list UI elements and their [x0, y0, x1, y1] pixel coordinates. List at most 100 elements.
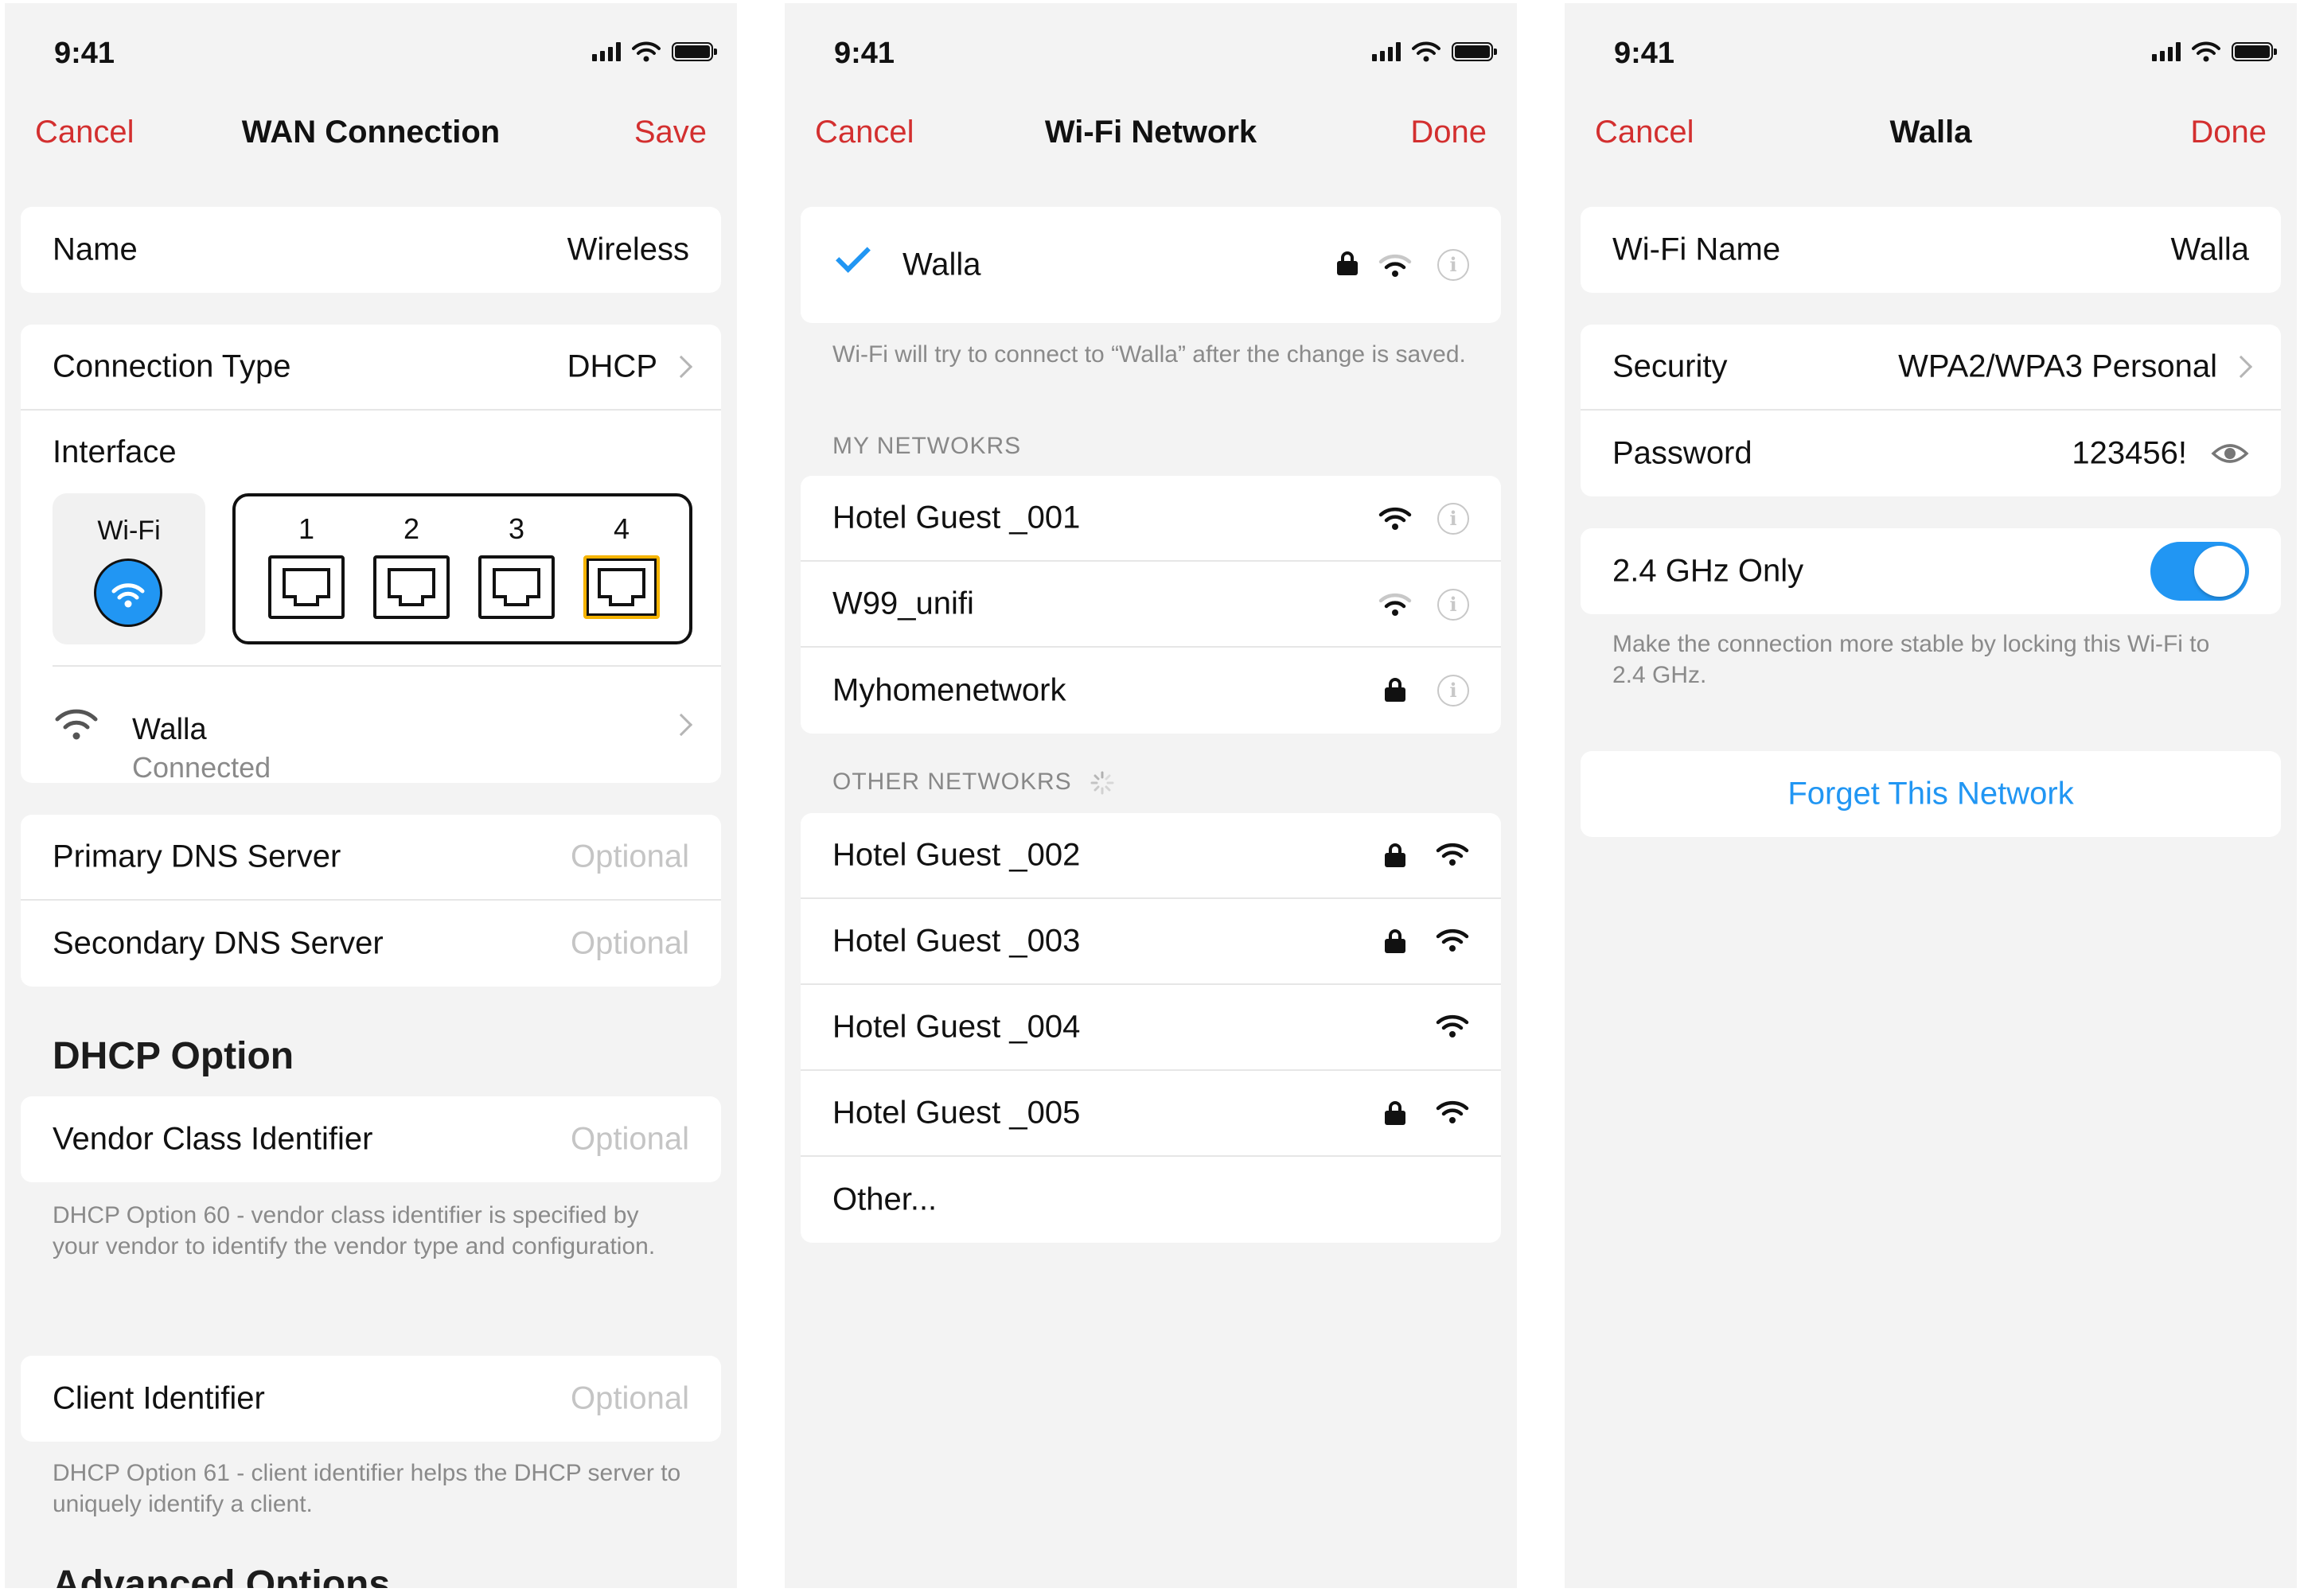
password-label: Password — [1612, 435, 1752, 471]
wifi-network-screen: 9:41 Cancel Wi-Fi Network Done Walla i W… — [785, 3, 1517, 1588]
connection-type-label: Connection Type — [53, 348, 291, 384]
interface-label: Interface — [53, 434, 177, 469]
interface-wifi-option[interactable]: Wi-Fi — [53, 493, 205, 644]
name-row[interactable]: Name Wireless — [21, 207, 721, 293]
ethernet-port-4-selected[interactable] — [583, 555, 660, 619]
password-input[interactable]: 123456! — [2072, 436, 2187, 472]
primary-dns-label: Primary DNS Server — [53, 839, 341, 874]
list-item[interactable]: Hotel Guest _001 i — [801, 476, 1501, 562]
network-name: W99_unifi — [832, 586, 974, 621]
list-item[interactable]: Hotel Guest _005 — [801, 1071, 1501, 1157]
list-item[interactable]: Hotel Guest _003 — [801, 899, 1501, 985]
wifi-name-input[interactable]: Walla — [2170, 232, 2249, 268]
forget-network-button[interactable]: Forget This Network — [1581, 777, 2281, 812]
password-row[interactable]: Password 123456! — [1581, 411, 2281, 496]
security-row[interactable]: Security WPA2/WPA3 Personal — [1581, 325, 2281, 411]
other-networks-header: OTHER NETWOKRS — [832, 769, 1114, 796]
page-title: WAN Connection — [241, 115, 501, 150]
info-icon[interactable]: i — [1437, 503, 1469, 535]
ethernet-port-1[interactable] — [268, 555, 345, 619]
nav-bar: Cancel Wi-Fi Network Done — [785, 91, 1517, 178]
chevron-right-icon — [669, 713, 693, 737]
secondary-dns-row[interactable]: Secondary DNS Server Optional — [21, 901, 721, 987]
wan-network-row[interactable]: Walla Connected — [21, 667, 721, 783]
network-name: Hotel Guest _003 — [832, 923, 1081, 959]
info-icon[interactable]: i — [1437, 249, 1469, 281]
ethernet-port-3[interactable] — [478, 555, 555, 619]
port-number: 4 — [613, 512, 630, 545]
chevron-right-icon — [669, 355, 693, 379]
vendor-class-row[interactable]: Vendor Class Identifier Optional — [21, 1096, 721, 1182]
connection-type-value: DHCP — [567, 348, 657, 384]
name-value: Wireless — [567, 232, 689, 267]
band-toggle[interactable] — [2150, 542, 2249, 601]
status-bar: 9:41 — [5, 3, 737, 91]
network-name: Hotel Guest _001 — [832, 500, 1081, 535]
list-item[interactable]: W99_unifi i — [801, 562, 1501, 648]
connection-type-row[interactable]: Connection Type DHCP — [21, 325, 721, 411]
status-bar: 9:41 — [1565, 3, 2297, 91]
save-button[interactable]: Save — [634, 115, 707, 150]
current-network-name: Walla — [902, 247, 981, 282]
wifi-status-icon — [2192, 41, 2220, 62]
band-card: 2.4 GHz Only — [1581, 528, 2281, 614]
port-number: 2 — [403, 512, 420, 545]
port-number: 1 — [298, 512, 315, 545]
dhcp-option-header: DHCP Option — [53, 1035, 294, 1077]
status-time: 9:41 — [1614, 37, 1675, 70]
done-button[interactable]: Done — [1410, 115, 1487, 150]
band-label: 2.4 GHz Only — [1612, 553, 1804, 589]
client-identifier-row[interactable]: Client Identifier Optional — [21, 1356, 721, 1442]
client-identifier-note: DHCP Option 61 - client identifier helps… — [53, 1460, 681, 1517]
my-networks-header: MY NETWOKRS — [832, 433, 1022, 459]
name-card: Name Wireless — [21, 207, 721, 293]
ethernet-port-2[interactable] — [373, 555, 450, 619]
wifi-name-card: Wi-Fi Name Walla — [1581, 207, 2281, 293]
wifi-signal-icon — [1436, 1100, 1469, 1123]
nav-bar: Cancel WAN Connection Save — [5, 91, 737, 178]
network-name: Myhomenetwork — [832, 672, 1066, 708]
list-item[interactable]: Myhomenetwork i — [801, 648, 1501, 734]
list-item[interactable]: Hotel Guest _002 — [801, 813, 1501, 899]
secondary-dns-input[interactable]: Optional — [571, 926, 689, 962]
my-networks-list: Hotel Guest _001 i W99_unifi i Myhomenet… — [801, 476, 1501, 734]
info-icon[interactable]: i — [1437, 589, 1469, 621]
vendor-class-input[interactable]: Optional — [571, 1122, 689, 1158]
network-details-screen: 9:41 Cancel Walla Done Wi-Fi Name Walla … — [1565, 3, 2297, 1588]
other-network-row[interactable]: Other... — [801, 1157, 1501, 1243]
secondary-dns-label: Secondary DNS Server — [53, 925, 384, 961]
client-identifier-input[interactable]: Optional — [571, 1381, 689, 1417]
wan-connection-screen: 9:41 Cancel WAN Connection Save Name Wir… — [5, 3, 737, 1588]
checkmark-icon — [836, 238, 871, 273]
wifi-name-row[interactable]: Wi-Fi Name Walla — [1581, 207, 2281, 293]
loading-spinner-icon — [1090, 771, 1114, 795]
wifi-signal-icon — [1436, 928, 1469, 952]
vendor-card: Vendor Class Identifier Optional — [21, 1096, 721, 1182]
name-label: Name — [53, 232, 138, 267]
dns-card: Primary DNS Server Optional Secondary DN… — [21, 815, 721, 987]
primary-dns-row[interactable]: Primary DNS Server Optional — [21, 815, 721, 901]
forget-row[interactable]: Forget This Network — [1581, 751, 2281, 837]
eye-icon[interactable] — [2211, 441, 2249, 466]
list-item[interactable]: Hotel Guest _004 — [801, 985, 1501, 1071]
cellular-signal-icon — [1372, 42, 1401, 61]
toggle-knob — [2194, 546, 2245, 597]
network-name: Hotel Guest _002 — [832, 837, 1081, 873]
wifi-signal-icon — [1436, 843, 1469, 866]
wifi-status-icon — [1412, 41, 1440, 62]
wifi-status-icon — [632, 41, 661, 62]
chevron-right-icon — [2229, 355, 2253, 379]
security-card: Security WPA2/WPA3 Personal Password 123… — [1581, 325, 2281, 496]
info-icon[interactable]: i — [1437, 675, 1469, 707]
network-name: Hotel Guest _005 — [832, 1095, 1081, 1131]
lock-icon — [1385, 678, 1405, 702]
wifi-circle-icon — [94, 559, 162, 627]
done-button[interactable]: Done — [2190, 115, 2267, 150]
current-network-row[interactable]: Walla i — [801, 207, 1501, 323]
page-title: Walla — [1889, 115, 1972, 150]
battery-icon — [2232, 42, 2277, 61]
nav-bar: Cancel Walla Done — [1565, 91, 2297, 178]
primary-dns-input[interactable]: Optional — [571, 839, 689, 875]
vendor-class-label: Vendor Class Identifier — [53, 1121, 373, 1157]
wifi-signal-icon — [1378, 593, 1412, 616]
